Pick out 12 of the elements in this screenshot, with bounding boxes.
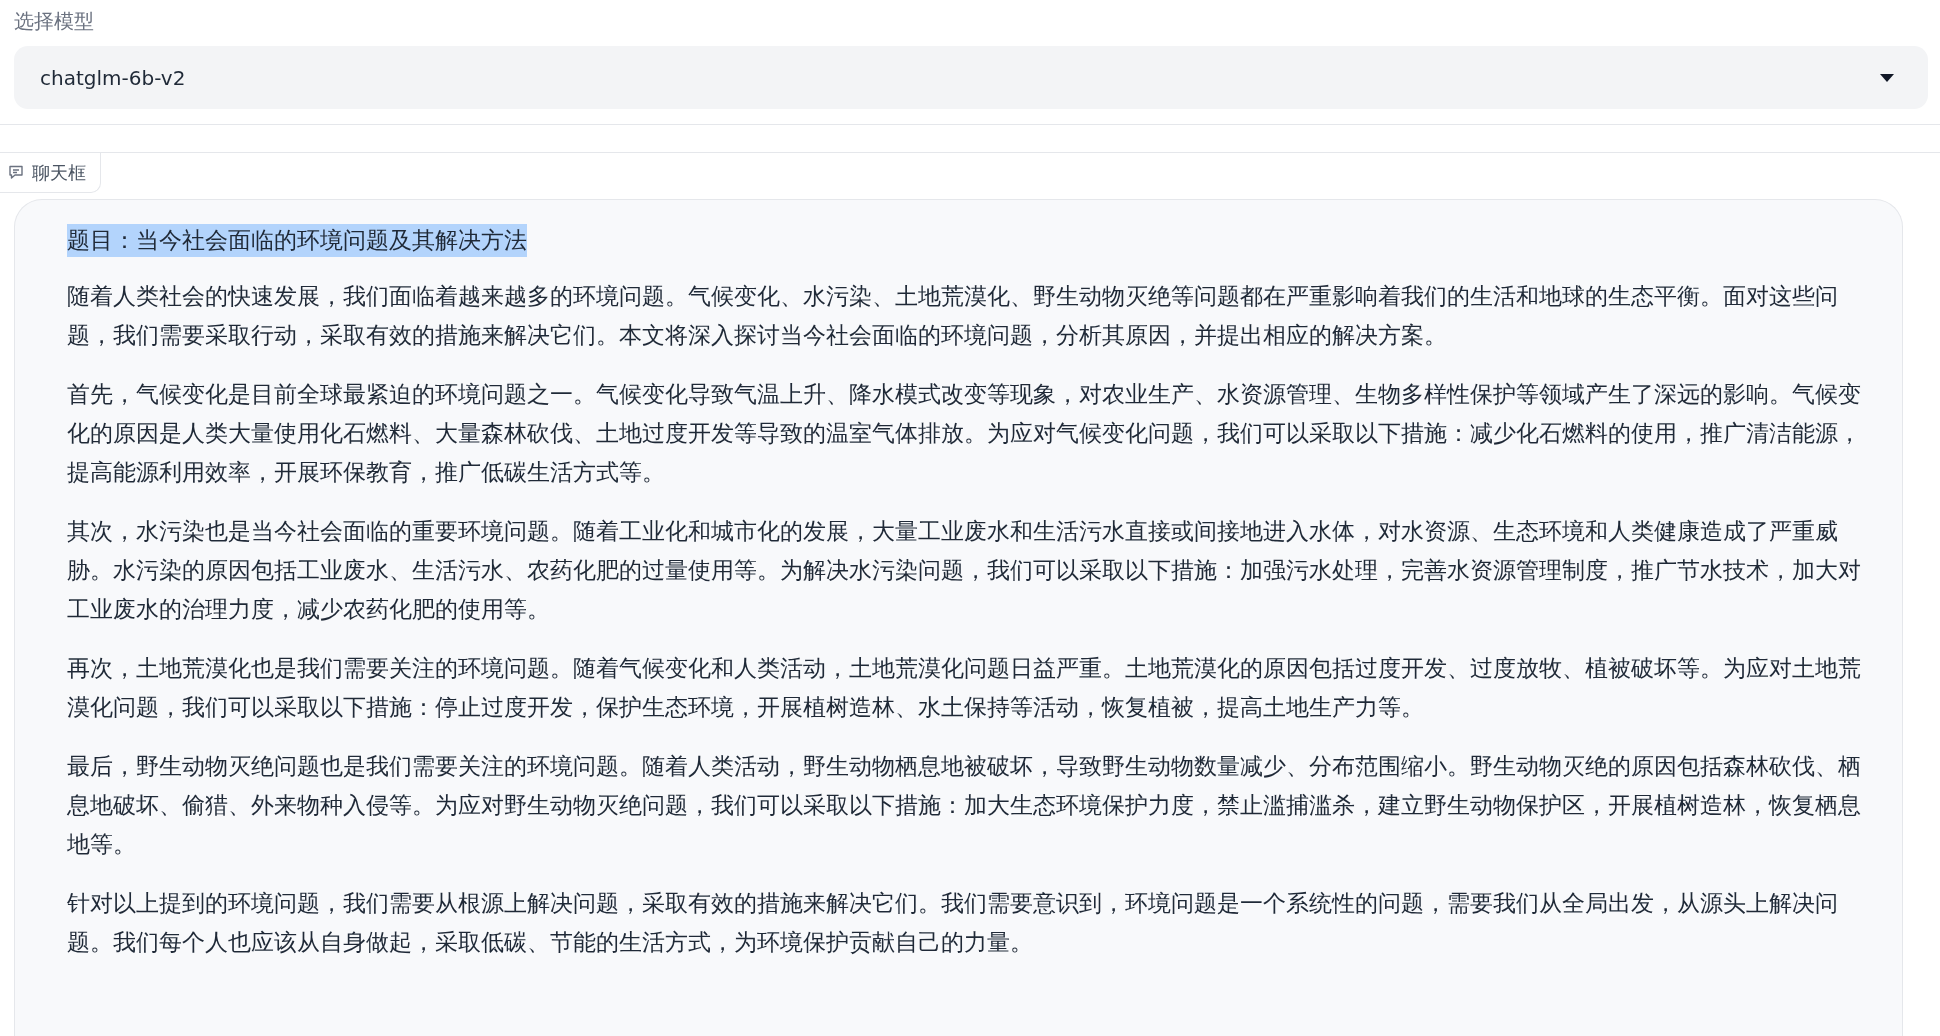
message-paragraph: 首先，气候变化是目前全球最紧迫的环境问题之一。气候变化导致气温上升、降水模式改变等现象，对农业生产、水资源管理、生物多样性保护等领域产生了深远的影响。气候变化的原因是人类大量使用化石燃料、大量森林砍伐、土地过度开发等导致的温室气体排放。为应对气候变化问题，我们可以采取以下措施：减少化石燃料的使用，推广清洁能源，提高能源利用效率，开展环保教育，推广低碳生活方式等。 bbox=[67, 380, 1862, 488]
message-paragraph: 再次，土地荒漠化也是我们需要关注的环境问题。随着气候变化和人类活动，土地荒漠化问题日益严重。土地荒漠化的原因包括过度开发、过度放牧、植被破坏等。为应对土地荒漠化问题，我们可以采取以下措施：停止过度开发，保护生态环境，开展植树造林、水土保持等活动，恢复植被，提高土地生产力等。 bbox=[67, 654, 1862, 723]
message-paragraph: 其次，水污染也是当今社会面临的重要环境问题。随着工业化和城市化的发展，大量工业废水和生活污水直接或间接地进入水体，对水资源、生态环境和人类健康造成了严重威胁。水污染的原因包括工业废水、生活污水、农药化肥的过量使用等。为解决水污染问题，我们可以采取以下措施：加强污水处理，完善水资源管理制度，推广节水技术，加大对工业废水的治理力度，减少农药化肥的使用等。 bbox=[67, 517, 1862, 625]
message-paragraph: 针对以上提到的环境问题，我们需要从根源上解决问题，采取有效的措施来解决它们。我们需要意识到，环境问题是一个系统性的问题，需要我们从全局出发，从源头上解决问题。我们每个人也应该从自身做起，采取低碳、节能的生活方式，为环境保护贡献自己的力量。 bbox=[67, 889, 1839, 958]
chat-bubble-icon bbox=[8, 165, 24, 180]
panel-label: 聊天框 bbox=[32, 161, 86, 185]
message-title: 题目：当今社会面临的环境问题及其解决方法 bbox=[67, 224, 527, 258]
message-paragraph: 最后，野生动物灭绝问题也是我们需要关注的环境问题。随着人类活动，野生动物栖息地被破坏，导致野生动物数量减少、分布范围缩小。野生动物灭绝的原因包括森林砍伐、栖息地破坏、偷猎、外来物种入侵等。为应对野生动物灭绝问题，我们可以采取以下措施：加大生态环境保护力度，禁止滥捕滥杀，建立野生动物保护区，开展植树造林，恢复栖息地等。 bbox=[67, 752, 1862, 860]
model-dropdown[interactable]: chatglm-6b-v2 bbox=[14, 46, 1928, 109]
field-label: 选择模型 bbox=[13, 8, 95, 35]
caret-icon bbox=[1880, 73, 1894, 82]
message-paragraph: 随着人类社会的快速发展，我们面临着越来越多的环境问题。气候变化、水污染、土地荒漠化、野生动物灭绝等问题都在严重影响着我们的生活和地球的生态平衡。面对这些问题，我们需要采取行动，采取有效的措施来解决它们。本文将深入探讨当今社会面临的环境问题，分析其原因，并提出相应的解决方案。 bbox=[67, 282, 1839, 351]
